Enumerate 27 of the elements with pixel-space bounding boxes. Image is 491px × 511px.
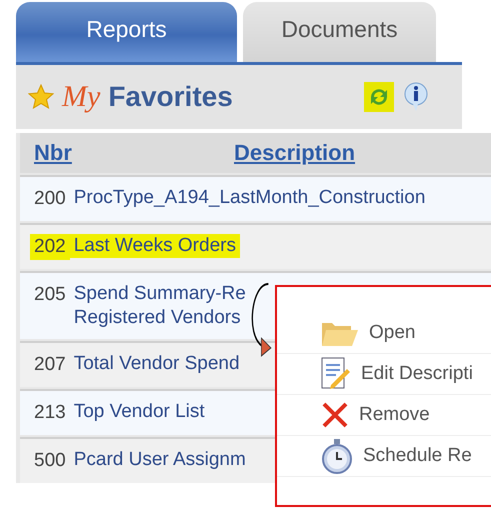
report-link[interactable]: Pcard User Assignm: [70, 448, 250, 472]
cross-icon: [321, 401, 349, 429]
menu-item[interactable]: Remove: [277, 395, 491, 436]
number-cell-text: 200: [33, 187, 67, 211]
report-link[interactable]: Total Vendor Spend: [70, 352, 244, 376]
tab[interactable]: Documents: [243, 2, 436, 62]
report-link[interactable]: ProcType_A194_LastMonth_Construction: [70, 186, 430, 210]
report-link[interactable]: Last Weeks Orders: [70, 234, 240, 258]
column-header[interactable]: Nbr: [20, 140, 84, 166]
title-accent: My: [62, 80, 100, 114]
number-cell: 202: [30, 234, 70, 260]
menu-item[interactable]: Edit Descripti: [277, 354, 491, 395]
column-header[interactable]: Description: [234, 140, 356, 166]
report-link[interactable]: Spend Summary-Re Registered Vendors: [70, 282, 250, 330]
star-icon: [28, 84, 54, 110]
number-cell-text: 213: [33, 401, 67, 425]
info-icon: [403, 82, 429, 112]
panel-title: Favorites: [108, 81, 233, 113]
number-cell-text: 205: [33, 283, 67, 307]
menu-item[interactable]: Open: [277, 313, 491, 354]
number-cell-text: 207: [33, 353, 67, 377]
number-cell-text: 500: [33, 449, 67, 473]
menu-item[interactable]: Schedule Re: [277, 436, 491, 477]
tab[interactable]: Reports: [16, 2, 237, 62]
stopwatch-icon: [321, 438, 353, 474]
document-pencil-icon: [321, 357, 351, 391]
report-link[interactable]: Top Vendor List: [70, 400, 209, 424]
